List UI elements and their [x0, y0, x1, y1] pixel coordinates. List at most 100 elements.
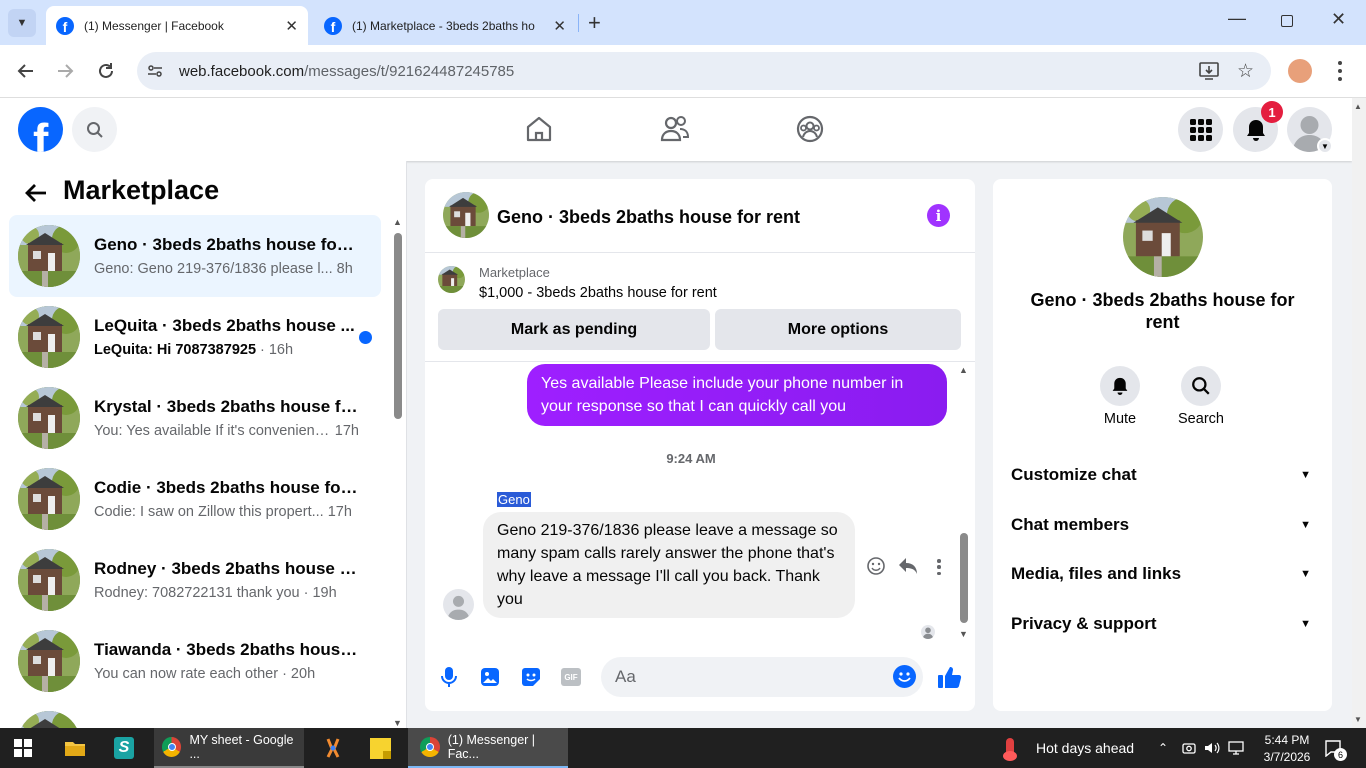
tab-marketplace[interactable]: f (1) Marketplace - 3beds 2baths ho ✕ — [314, 6, 576, 45]
account-chevron-icon[interactable]: ▼ — [1317, 138, 1333, 154]
facebook-favicon-icon: f — [56, 16, 74, 35]
incoming-message-bubble[interactable]: Geno 219-376/1836 please leave a message… — [483, 512, 855, 618]
conversation-item[interactable]: Codie · 3beds 2baths house for r... Codie… — [9, 458, 381, 540]
weather-widget[interactable]: Hot days ahead — [1003, 728, 1134, 768]
sticker-icon[interactable] — [521, 667, 541, 687]
install-app-icon[interactable] — [1199, 62, 1219, 80]
paint-app-icon[interactable] — [322, 728, 344, 768]
windows-start-icon[interactable] — [14, 728, 32, 768]
menu-grid-button[interactable] — [1178, 107, 1223, 152]
back-icon[interactable] — [16, 61, 36, 81]
system-clock[interactable]: 5:44 PM 3/7/2026 — [1256, 728, 1318, 768]
search-icon — [86, 121, 103, 138]
conversation-snippet: Rodney: 7082722131 thank you — [94, 585, 300, 601]
close-tab-icon[interactable]: ✕ — [553, 17, 566, 35]
taskbar-sheet-app[interactable]: MY sheet - Google ... — [154, 728, 304, 768]
clock-time: 5:44 PM — [1264, 732, 1310, 747]
sticky-notes-icon[interactable] — [370, 728, 391, 768]
conversation-item[interactable]: Tiawanda · 3beds 2baths house ... You can… — [9, 620, 381, 702]
home-nav-icon[interactable] — [525, 115, 553, 143]
message-timestamp: 9:24 AM — [666, 451, 716, 466]
reply-icon[interactable] — [898, 557, 918, 575]
app-s-icon[interactable]: S — [114, 728, 134, 768]
mute-button[interactable] — [1100, 366, 1140, 406]
chat-title[interactable]: Geno · 3beds 2baths house for rent — [497, 207, 800, 228]
more-actions-icon[interactable] — [937, 559, 941, 575]
photo-icon[interactable] — [480, 667, 500, 687]
conversation-name: Tiawanda · 3beds 2baths house ... — [94, 640, 359, 659]
mark-as-pending-button[interactable]: Mark as pending — [438, 309, 710, 350]
new-tab-icon[interactable]: + — [588, 10, 601, 36]
notification-badge: 1 — [1261, 101, 1283, 123]
bell-icon — [1112, 377, 1128, 395]
thermometer-icon — [1003, 738, 1017, 761]
close-tab-icon[interactable]: ✕ — [285, 17, 298, 35]
outgoing-message-bubble[interactable]: Yes available Please include your phone … — [527, 364, 947, 426]
customize-chat-section[interactable]: Customize chat ▼ — [1011, 465, 1311, 485]
camera-icon[interactable] — [1182, 728, 1196, 768]
bookmark-star-icon[interactable]: ☆ — [1237, 60, 1254, 83]
message-input-placeholder: Aa — [615, 667, 636, 686]
listing-thumbnail[interactable] — [438, 266, 465, 293]
search-button[interactable] — [72, 107, 117, 152]
conversation-item[interactable]: LeQuita · 3beds 2baths house ... LeQuita:… — [9, 296, 381, 378]
taskbar-messenger-app[interactable]: (1) Messenger | Fac... — [408, 728, 568, 768]
friends-nav-icon[interactable] — [660, 115, 690, 143]
forward-icon[interactable] — [55, 61, 75, 81]
gif-icon[interactable]: GIF — [561, 668, 581, 686]
details-avatar[interactable] — [1123, 197, 1203, 277]
section-label: Media, files and links — [1011, 564, 1182, 583]
message-input[interactable]: Aa — [601, 657, 923, 697]
grid-icon — [1189, 118, 1212, 141]
taskbar-app-label: (1) Messenger | Fac... — [447, 733, 536, 761]
conversation-avatar — [18, 630, 80, 692]
site-info-icon[interactable] — [147, 63, 163, 79]
chat-members-section[interactable]: Chat members ▼ — [1011, 515, 1311, 535]
conversation-snippet: Geno: Geno 219-376/1836 please l... — [94, 261, 333, 277]
minimize-icon[interactable]: — — [1228, 8, 1246, 29]
tab-search-button[interactable]: ▼ — [8, 9, 36, 37]
chevron-down-icon: ▼ — [1300, 618, 1311, 630]
conversation-item[interactable]: Geno · 3beds 2baths house for r... Geno: … — [9, 215, 381, 297]
conversation-item[interactable]: Krystal · 3beds 2baths house for... You: … — [9, 377, 381, 459]
reload-icon[interactable] — [96, 61, 116, 81]
conversation-avatar — [18, 306, 80, 368]
search-in-chat-button[interactable] — [1181, 366, 1221, 406]
show-hidden-icons[interactable]: ⌃ — [1158, 728, 1168, 768]
facebook-logo-icon[interactable]: f — [18, 107, 63, 152]
address-bar[interactable]: web.facebook.com/messages/t/921624487245… — [137, 52, 1271, 90]
media-files-links-section[interactable]: Media, files and links ▼ — [1011, 564, 1311, 584]
profile-avatar-icon[interactable] — [1288, 59, 1312, 83]
page-scrollbar[interactable]: ▲ ▼ — [1352, 98, 1366, 728]
maximize-icon[interactable] — [1281, 15, 1293, 27]
tab-title: (1) Marketplace - 3beds 2baths ho — [352, 18, 535, 33]
network-icon[interactable] — [1228, 728, 1244, 768]
back-arrow-icon[interactable] — [24, 182, 48, 204]
groups-nav-icon[interactable] — [796, 115, 824, 143]
conversation-name: Geno · 3beds 2baths house for r... — [94, 235, 359, 254]
more-options-button[interactable]: More options — [715, 309, 961, 350]
tab-messenger[interactable]: f (1) Messenger | Facebook ✕ — [46, 6, 308, 45]
close-window-icon[interactable]: ✕ — [1331, 9, 1346, 30]
thumbs-up-icon[interactable] — [937, 665, 962, 689]
sender-avatar[interactable] — [443, 589, 474, 620]
react-emoji-icon[interactable] — [866, 556, 886, 576]
notification-center-icon[interactable]: 6 — [1324, 728, 1347, 768]
emoji-icon[interactable] — [893, 665, 916, 688]
messages-scrollbar[interactable]: ▲ ▼ — [957, 365, 971, 639]
volume-icon[interactable] — [1204, 728, 1220, 768]
browser-menu-icon[interactable] — [1338, 61, 1342, 81]
info-icon[interactable]: i — [927, 204, 950, 227]
conversation-avatar — [18, 711, 80, 728]
chat-avatar[interactable] — [443, 192, 489, 238]
privacy-support-section[interactable]: Privacy & support ▼ — [1011, 614, 1311, 634]
sender-name: Geno — [497, 492, 531, 507]
sidebar-scrollbar[interactable]: ▲ ▼ — [392, 217, 404, 728]
conversation-item[interactable]: Rodney · 3beds 2baths house fo... Rodney:… — [9, 539, 381, 621]
listing-title[interactable]: $1,000 - 3beds 2baths house for rent — [479, 285, 717, 301]
conversation-item[interactable]: Alexandria · 3beds 2baths h... — [9, 701, 381, 728]
microphone-icon[interactable] — [440, 666, 458, 688]
browser-tab-strip: ▼ f (1) Messenger | Facebook ✕ f (1) Mar… — [0, 0, 1366, 45]
file-explorer-icon[interactable] — [64, 728, 86, 768]
conversation-time: 8h — [336, 261, 353, 277]
